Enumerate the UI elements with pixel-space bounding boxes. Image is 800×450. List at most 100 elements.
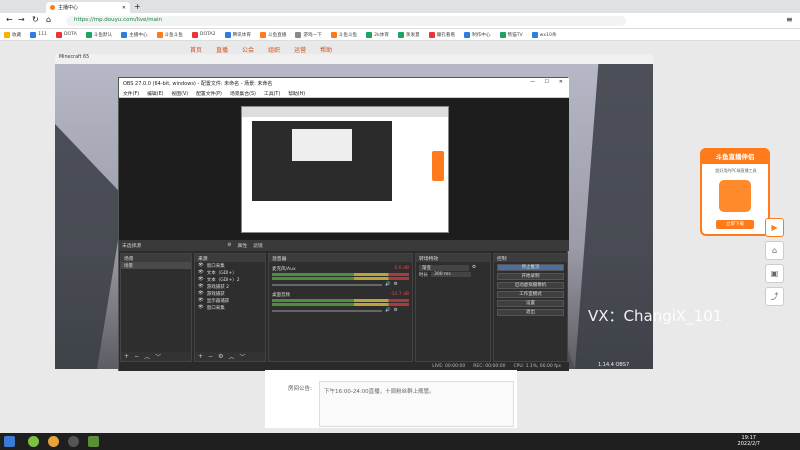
obs-menu-item[interactable]: 视图(V) xyxy=(171,90,188,97)
filter-button[interactable]: 滤镜 xyxy=(253,242,263,249)
reload-icon[interactable]: ↻ xyxy=(32,15,39,24)
source-item[interactable]: 👁 窗口采集 xyxy=(195,304,265,311)
bookmark-item[interactable]: 熊猫TV xyxy=(499,31,523,38)
properties-button[interactable]: 属性 xyxy=(238,242,248,249)
remove-icon[interactable]: − xyxy=(208,353,213,360)
bookmark-item[interactable]: 斗鱼直播 xyxy=(259,31,286,38)
eye-icon[interactable]: 👁 xyxy=(198,284,204,289)
source-item[interactable]: 👁 文本（GDI+）2 xyxy=(195,276,265,283)
new-tab-icon[interactable]: + xyxy=(134,2,141,11)
browser-icon[interactable] xyxy=(48,436,59,447)
source-label: 窗口采集 xyxy=(206,305,225,311)
bookmark-icon xyxy=(55,31,62,38)
obs-menu-item[interactable]: 帮助(H) xyxy=(288,90,305,97)
speaker-icon[interactable]: 🔊 xyxy=(385,308,391,313)
obs-menu-item[interactable]: 工具(T) xyxy=(264,90,280,97)
start-icon[interactable] xyxy=(4,436,15,447)
home-icon[interactable]: ⌂ xyxy=(765,241,784,260)
play-icon[interactable]: ▶ xyxy=(765,218,784,237)
volume-slider[interactable] xyxy=(272,283,382,286)
announcement-text[interactable]: 下午16:00-24:00直播，十周粉丝群上舰管。 xyxy=(319,381,514,427)
bookmark-item[interactable]: 制作中心 xyxy=(464,31,491,38)
obs-menu-item[interactable]: 文件(F) xyxy=(123,90,139,97)
obs-title-bar: OBS 27.0.0 (64-bit, windows) - 配置文件: 未命名… xyxy=(119,78,569,89)
obs-preview[interactable] xyxy=(119,98,569,240)
volume-meter xyxy=(272,277,409,280)
app-icon[interactable]: ▣ xyxy=(765,264,784,283)
browser-tab[interactable]: 主播中心 ✕ xyxy=(46,2,130,13)
transition-select[interactable]: 渐变 xyxy=(419,264,469,271)
source-item[interactable]: 👁 窗口采集 xyxy=(195,262,265,269)
bookmark-item[interactable]: 2k体育 xyxy=(366,31,389,38)
bookmark-item[interactable]: 瞳孔看看 xyxy=(428,31,456,38)
bookmark-label: 瞳孔看看 xyxy=(436,32,456,38)
gear-icon[interactable]: ⚙ xyxy=(394,308,398,313)
close-icon[interactable]: ✕ xyxy=(559,79,563,85)
bookmark-item[interactable]: 斗鱼斗鱼 xyxy=(156,31,183,38)
download-button[interactable]: 立即下载 xyxy=(716,220,754,229)
duration-field[interactable]: 300 ms xyxy=(431,272,471,277)
bookmark-item[interactable]: wx10条 xyxy=(531,31,557,38)
eye-icon[interactable]: 👁 xyxy=(198,270,204,275)
eye-icon[interactable]: 👁 xyxy=(198,298,204,303)
menu-icon[interactable]: ≡ xyxy=(786,15,793,24)
volume-slider[interactable] xyxy=(272,309,382,312)
eye-icon[interactable]: 👁 xyxy=(198,291,204,296)
home-icon[interactable]: ⌂ xyxy=(46,15,51,24)
control-button[interactable]: 设置 xyxy=(497,300,564,307)
bookmark-item[interactable]: 斗鱼斗鱼 xyxy=(330,31,357,38)
control-button[interactable]: 工作室模式 xyxy=(497,291,564,298)
bookmark-item[interactable]: 腾讯体育 xyxy=(224,31,251,38)
maximize-icon[interactable]: ☐ xyxy=(545,79,549,85)
bookmark-item[interactable]: DOTA xyxy=(55,31,77,38)
source-item[interactable]: 👁 文本（GDI+） xyxy=(195,269,265,276)
scenes-dock: 场景 场景 + − ︿ ﹀ xyxy=(120,253,192,362)
gear-icon[interactable]: ⚙ xyxy=(472,265,476,270)
minecraft-icon[interactable] xyxy=(88,436,99,447)
bookmark-item[interactable]: 蒸发夏 xyxy=(397,31,420,38)
control-button[interactable]: 退出 xyxy=(497,309,564,316)
close-icon[interactable]: ✕ xyxy=(122,5,126,11)
back-icon[interactable]: ← xyxy=(6,15,13,24)
control-button[interactable]: 启动虚拟摄像机 xyxy=(497,282,564,289)
bookmark-item[interactable]: DOTA2 xyxy=(191,31,216,38)
url-field[interactable]: https://mp.douyu.com/live/main xyxy=(66,16,626,26)
bookmark-icon xyxy=(191,31,198,38)
bookmark-item[interactable]: 斗鱼默认 xyxy=(85,31,112,38)
share-icon[interactable]: ⤴ xyxy=(765,287,784,306)
bookmark-item[interactable]: 111 xyxy=(30,31,47,38)
control-button[interactable]: 停止推流 xyxy=(497,264,564,271)
add-icon[interactable]: + xyxy=(124,353,129,360)
up-icon[interactable]: ︿ xyxy=(144,352,150,361)
up-icon[interactable]: ︿ xyxy=(228,352,234,361)
source-item[interactable]: 👁 游戏捕获 xyxy=(195,290,265,297)
remove-icon[interactable]: − xyxy=(134,353,139,360)
obs-menu-item[interactable]: 配置文件(P) xyxy=(196,90,222,97)
mixer-channel-name: 麦克风/Aux xyxy=(272,266,296,272)
bookmark-item[interactable]: 收藏 xyxy=(4,31,21,38)
gear-icon[interactable]: ⚙ xyxy=(394,282,398,287)
obs-icon[interactable] xyxy=(68,436,79,447)
control-button[interactable]: 开始录制 xyxy=(497,273,564,280)
obs-menu-item[interactable]: 场景集合(S) xyxy=(230,90,256,97)
speaker-icon[interactable]: 🔊 xyxy=(385,282,391,287)
eye-icon[interactable]: 👁 xyxy=(198,305,204,310)
promo-card: 斗鱼直播伴侣 超好用的PC端直播工具 立即下载 xyxy=(700,148,770,236)
down-icon[interactable]: ﹀ xyxy=(239,352,245,361)
minimize-icon[interactable]: — xyxy=(530,79,535,85)
bookmark-item[interactable]: 主播中心 xyxy=(121,31,148,38)
scene-item[interactable]: 场景 xyxy=(121,262,191,269)
app-icon[interactable] xyxy=(28,436,39,447)
source-item[interactable]: 👁 游戏捕获 2 xyxy=(195,283,265,290)
gear-icon[interactable]: ⚙ xyxy=(218,353,223,360)
status-item: REC: 00:00:00 xyxy=(473,364,506,369)
bookmark-item[interactable]: 游戏一下 xyxy=(295,31,322,38)
source-item[interactable]: 👁 显示器捕获 xyxy=(195,297,265,304)
forward-icon[interactable]: → xyxy=(18,15,25,24)
add-icon[interactable]: + xyxy=(198,353,203,360)
eye-icon[interactable]: 👁 xyxy=(198,277,204,282)
eye-icon[interactable]: 👁 xyxy=(198,263,204,268)
obs-menu-item[interactable]: 编辑(E) xyxy=(147,90,163,97)
mixer-channel-header: 麦克风/Aux 0.0 dB xyxy=(269,265,412,272)
down-icon[interactable]: ﹀ xyxy=(155,352,161,361)
